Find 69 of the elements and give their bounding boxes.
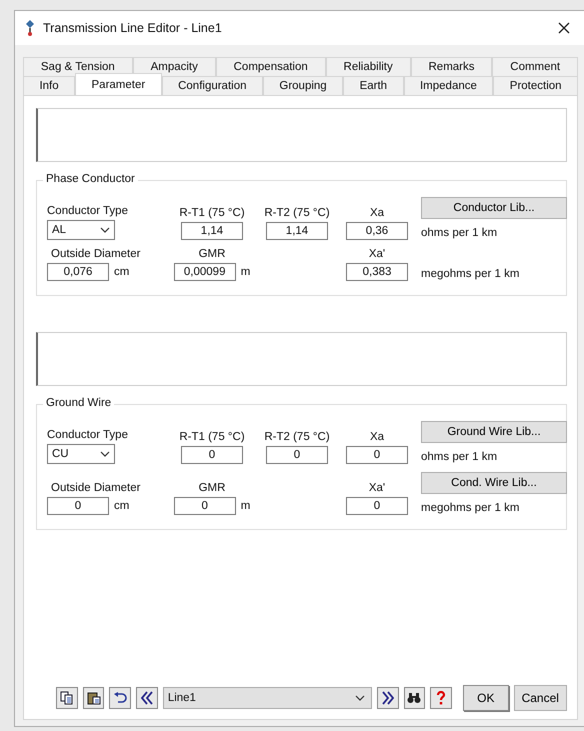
binoculars-icon[interactable]	[404, 687, 426, 709]
field-label: R-T1 (75 °C)	[179, 431, 245, 443]
library-button[interactable]: Ground Wire Lib...	[421, 421, 567, 443]
conductor-type-dropdown[interactable]: AL	[47, 220, 115, 240]
tab[interactable]: Parameter	[75, 73, 162, 95]
conductor-type-dropdown[interactable]: CU	[47, 444, 115, 464]
tab[interactable]: Impedance	[404, 76, 494, 95]
window-title: Transmission Line Editor - Line1	[43, 21, 223, 35]
tab[interactable]: Earth	[343, 76, 404, 95]
library-button[interactable]: Cond. Wire Lib...	[421, 472, 567, 494]
field-label: GMR	[198, 482, 226, 494]
tab[interactable]: Sag & Tension	[23, 57, 133, 76]
field-label: Outside Diameter	[50, 248, 140, 260]
tab[interactable]: Compensation	[216, 57, 326, 76]
app-icon	[25, 20, 35, 36]
help-icon[interactable]	[430, 687, 452, 709]
unit-label: cm	[114, 266, 130, 278]
group-title: Phase Conductor	[43, 173, 138, 185]
input-field[interactable]: 0	[174, 497, 236, 515]
tab[interactable]: Grouping	[262, 76, 344, 95]
unit-label: cm	[114, 500, 130, 512]
input-field[interactable]: 0	[346, 497, 408, 515]
field-label: R-T2 (75 °C)	[264, 431, 330, 443]
field-label: Conductor Type	[47, 429, 128, 441]
input-field[interactable]: 0,076	[47, 263, 109, 281]
chevron-down-icon	[100, 227, 110, 233]
field-label: Xa	[370, 431, 384, 443]
library-button[interactable]: Conductor Lib...	[421, 197, 567, 219]
group-title: Ground Wire	[43, 397, 114, 409]
tab[interactable]: Reliability	[326, 57, 411, 76]
input-field[interactable]: 0,36	[346, 222, 408, 240]
field-label: Xa	[370, 207, 384, 219]
unit-label: ohms per 1 km	[421, 227, 498, 240]
unit-label: m	[240, 266, 250, 278]
copy-icon[interactable]	[56, 687, 78, 709]
cancel-button[interactable]: Cancel	[514, 685, 567, 711]
field-label: Xa'	[368, 482, 386, 494]
field-label: Xa'	[368, 248, 386, 260]
input-field[interactable]: 0	[346, 446, 408, 464]
field-label: Outside Diameter	[50, 482, 140, 494]
tab[interactable]: Comment	[492, 57, 578, 76]
unit-label: megohms per 1 km	[421, 268, 520, 281]
unit-label: m	[240, 500, 250, 512]
input-field[interactable]: 0	[47, 497, 109, 515]
tab[interactable]: Ampacity	[132, 57, 216, 76]
previous-icon[interactable]	[136, 687, 158, 709]
line-dropdown[interactable]: Line1	[162, 687, 372, 709]
unit-label: ohms per 1 km	[421, 451, 498, 464]
next-icon[interactable]	[376, 687, 399, 709]
field-label: GMR	[198, 248, 226, 260]
field-label: Conductor Type	[47, 205, 128, 217]
tab[interactable]: Protection	[493, 76, 578, 95]
chevron-down-icon	[354, 695, 365, 701]
chevron-down-icon	[100, 451, 110, 457]
field-label: R-T1 (75 °C)	[179, 207, 245, 219]
input-field[interactable]: 1,14	[181, 222, 243, 240]
input-field[interactable]: 1,14	[266, 222, 328, 240]
tab[interactable]: Info	[23, 76, 76, 95]
input-field[interactable]: 0	[181, 446, 243, 464]
input-field[interactable]: 0,00099	[174, 263, 236, 281]
undo-icon[interactable]	[109, 687, 132, 709]
ok-button[interactable]: OK	[463, 685, 509, 711]
tab[interactable]: Configuration	[162, 76, 263, 95]
unit-label: megohms per 1 km	[421, 502, 520, 515]
paste-icon[interactable]	[82, 687, 104, 709]
field-label: R-T2 (75 °C)	[264, 207, 330, 219]
input-field[interactable]: 0	[266, 446, 328, 464]
tab[interactable]: Remarks	[410, 57, 492, 76]
input-field[interactable]: 0,383	[346, 263, 408, 281]
